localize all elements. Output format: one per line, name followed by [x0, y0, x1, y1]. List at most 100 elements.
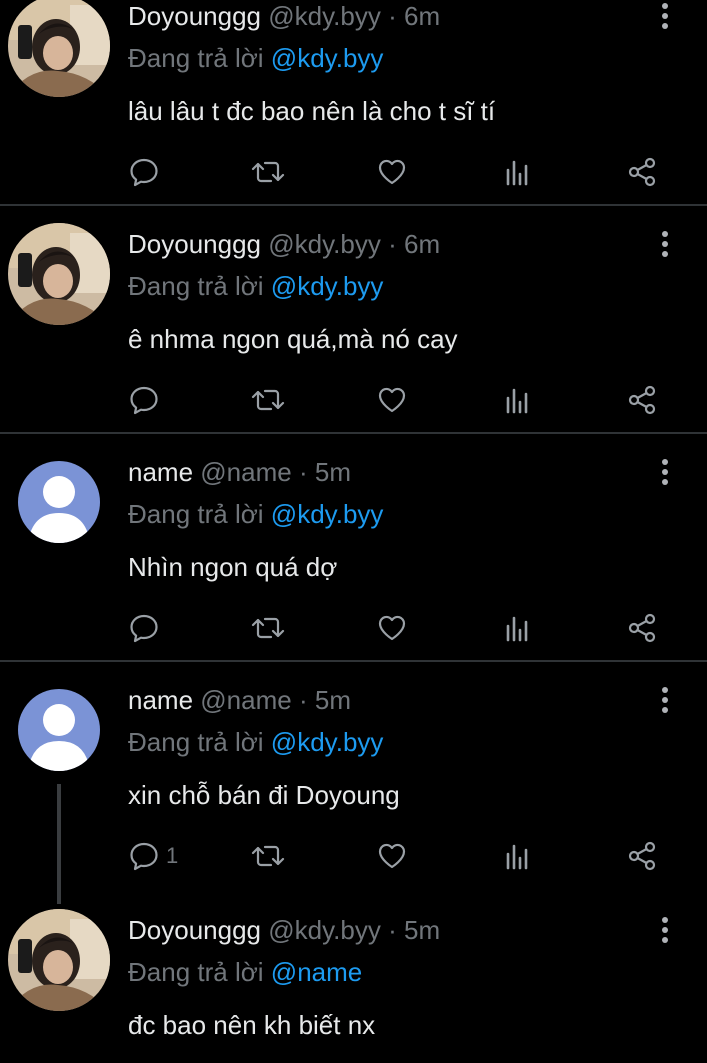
views-button[interactable]	[504, 836, 532, 876]
avatar-default[interactable]	[18, 689, 100, 771]
like-button[interactable]	[376, 152, 408, 192]
views-button[interactable]	[504, 380, 532, 420]
display-name[interactable]: Doyounggg	[128, 1, 261, 31]
display-name[interactable]: Doyounggg	[128, 229, 261, 259]
like-button[interactable]	[376, 380, 408, 420]
replying-to-line: Đang trả lời @kdy.byy	[128, 270, 383, 302]
tweet-header: name @name · 5m	[128, 684, 351, 716]
replying-to-line: Đang trả lời @name	[128, 956, 362, 988]
avatar-photo-image	[8, 909, 110, 1011]
user-handle[interactable]: @name	[200, 457, 291, 487]
retweet-icon	[250, 612, 286, 644]
replying-to-line: Đang trả lời @kdy.byy	[128, 498, 383, 530]
tweet-text: xin chỗ bán đi Doyoung	[128, 780, 400, 810]
user-handle[interactable]: @name	[200, 685, 291, 715]
default-user-icon	[18, 461, 100, 543]
more-vertical-icon[interactable]	[652, 2, 678, 32]
tweet-text: lâu lâu t đc bao nên là cho t sĩ tí	[128, 96, 496, 126]
replying-to-line: Đang trả lời @kdy.byy	[128, 42, 383, 74]
replying-prefix: Đang trả lời	[128, 957, 264, 987]
user-handle[interactable]: @kdy.byy	[268, 1, 381, 31]
retweet-icon	[250, 156, 286, 188]
tweet-divider	[0, 204, 707, 206]
avatar-photo[interactable]	[8, 223, 110, 325]
tweet-divider	[0, 660, 707, 662]
replying-prefix: Đang trả lời	[128, 43, 264, 73]
heart-icon	[376, 384, 408, 416]
tweet-text: Nhìn ngon quá dợ	[128, 552, 338, 582]
reply-icon	[128, 840, 160, 872]
avatar-photo-image	[8, 223, 110, 325]
replying-prefix: Đang trả lời	[128, 727, 264, 757]
user-handle[interactable]: @kdy.byy	[268, 229, 381, 259]
action-bar	[128, 380, 688, 420]
share-button[interactable]	[626, 836, 658, 876]
views-button[interactable]	[504, 152, 532, 192]
reply-button[interactable]	[128, 152, 166, 192]
reply-button[interactable]	[128, 608, 166, 648]
display-name[interactable]: name	[128, 685, 193, 715]
replying-to-line: Đang trả lời @kdy.byy	[128, 726, 383, 758]
replying-mention-link[interactable]: @kdy.byy	[271, 727, 384, 757]
tweet-header: Doyounggg @kdy.byy · 5m	[128, 914, 440, 946]
separator-dot: ·	[298, 685, 308, 715]
timestamp[interactable]: 5m	[404, 915, 440, 945]
avatar-photo[interactable]	[8, 0, 110, 97]
more-vertical-icon[interactable]	[652, 230, 678, 260]
timestamp[interactable]: 6m	[404, 229, 440, 259]
views-icon	[504, 612, 532, 644]
timestamp[interactable]: 5m	[315, 457, 351, 487]
views-button[interactable]	[504, 608, 532, 648]
thread-connector-line	[57, 784, 61, 904]
heart-icon	[376, 612, 408, 644]
reply-button[interactable]: 1	[128, 836, 178, 876]
tweet-text: đc bao nên kh biết nx	[128, 1010, 376, 1040]
more-vertical-icon[interactable]	[652, 686, 678, 716]
reply-button[interactable]	[128, 380, 166, 420]
separator-dot: ·	[388, 915, 397, 945]
share-icon	[626, 156, 658, 188]
replying-mention-link[interactable]: @kdy.byy	[271, 499, 384, 529]
like-button[interactable]	[376, 608, 408, 648]
replying-mention-link[interactable]: @name	[271, 957, 362, 987]
share-button[interactable]	[626, 608, 658, 648]
share-icon	[626, 384, 658, 416]
action-bar: 1	[128, 836, 688, 876]
retweet-icon	[250, 840, 286, 872]
retweet-button[interactable]	[250, 608, 286, 648]
tweet-divider	[0, 432, 707, 434]
timestamp[interactable]: 6m	[404, 1, 440, 31]
more-vertical-icon[interactable]	[652, 458, 678, 488]
views-icon	[504, 840, 532, 872]
display-name[interactable]: Doyounggg	[128, 915, 261, 945]
display-name[interactable]: name	[128, 457, 193, 487]
reply-icon	[128, 612, 160, 644]
default-user-icon	[18, 689, 100, 771]
action-bar	[128, 608, 688, 648]
share-button[interactable]	[626, 152, 658, 192]
action-bar	[128, 152, 688, 192]
avatar-default[interactable]	[18, 461, 100, 543]
views-icon	[504, 384, 532, 416]
separator-dot: ·	[298, 457, 308, 487]
share-button[interactable]	[626, 380, 658, 420]
timestamp[interactable]: 5m	[315, 685, 351, 715]
retweet-icon	[250, 384, 286, 416]
retweet-button[interactable]	[250, 380, 286, 420]
retweet-button[interactable]	[250, 836, 286, 876]
tweet-text: ê nhma ngon quá,mà nó cay	[128, 324, 458, 354]
tweet-header: Doyounggg @kdy.byy · 6m	[128, 228, 440, 260]
tweet-header: Doyounggg @kdy.byy · 6m	[128, 0, 440, 32]
reply-icon	[128, 156, 160, 188]
avatar-photo[interactable]	[8, 909, 110, 1011]
replying-mention-link[interactable]: @kdy.byy	[271, 271, 384, 301]
share-icon	[626, 840, 658, 872]
views-icon	[504, 156, 532, 188]
more-vertical-icon[interactable]	[652, 916, 678, 946]
share-icon	[626, 612, 658, 644]
replying-prefix: Đang trả lời	[128, 499, 264, 529]
like-button[interactable]	[376, 836, 408, 876]
user-handle[interactable]: @kdy.byy	[268, 915, 381, 945]
retweet-button[interactable]	[250, 152, 286, 192]
replying-mention-link[interactable]: @kdy.byy	[271, 43, 384, 73]
